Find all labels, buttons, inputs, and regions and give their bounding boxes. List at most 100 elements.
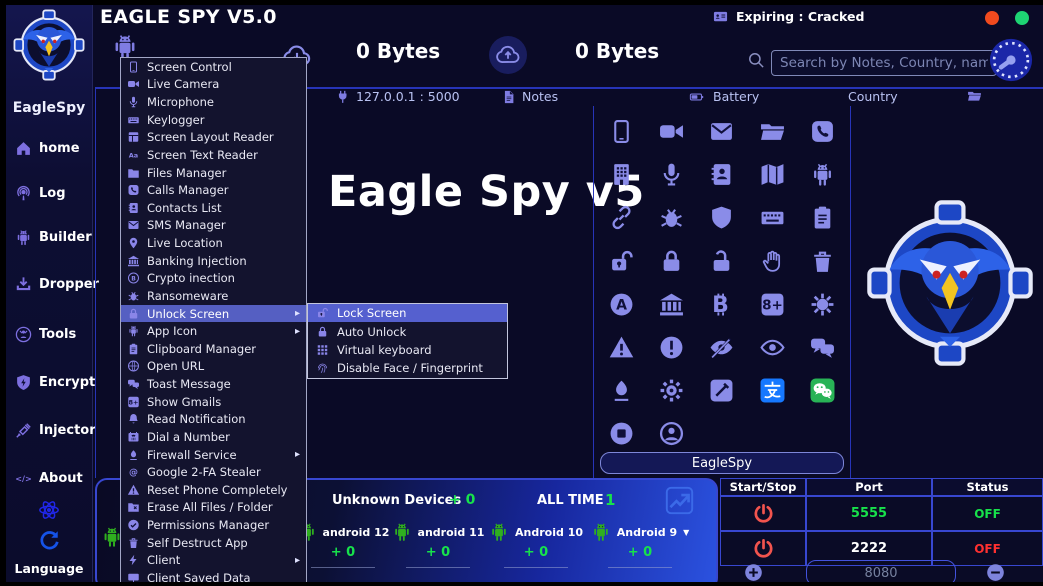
submenu-item-lock-screen[interactable]: Lock Screen bbox=[308, 304, 507, 322]
circle-a-icon[interactable]: A bbox=[609, 292, 634, 317]
menu-item-ransomeware[interactable]: Ransomeware bbox=[121, 287, 306, 305]
status-dot-green[interactable] bbox=[1015, 11, 1029, 25]
keypad-icon[interactable] bbox=[609, 162, 634, 187]
menu-item-dial-a-number[interactable]: Dial a Number bbox=[121, 428, 306, 446]
flame-icon[interactable] bbox=[609, 378, 634, 403]
bitcoin-icon[interactable]: B bbox=[709, 292, 734, 317]
menu-item-screen-text-reader[interactable]: AaScreen Text Reader bbox=[121, 146, 306, 164]
chat-icon[interactable] bbox=[810, 335, 835, 360]
menu-item-read-notification[interactable]: Read Notification bbox=[121, 411, 306, 429]
sidebar-item-log[interactable]: Log bbox=[15, 185, 66, 202]
android-icon[interactable] bbox=[810, 162, 835, 187]
trash-icon[interactable] bbox=[810, 249, 835, 274]
menu-item-microphone[interactable]: Microphone bbox=[121, 93, 306, 111]
video-icon[interactable] bbox=[659, 119, 684, 144]
menu-item-google-2-fa-stealer[interactable]: @Google 2-FA Stealer bbox=[121, 463, 306, 481]
submenu-item-auto-unlock[interactable]: Auto Unlock bbox=[308, 322, 507, 340]
eye-icon[interactable] bbox=[760, 335, 785, 360]
warning-icon[interactable] bbox=[609, 335, 634, 360]
menu-item-client[interactable]: Client▸ bbox=[121, 552, 306, 570]
menu-item-sms-manager[interactable]: SMS Manager bbox=[121, 217, 306, 235]
mail-icon[interactable] bbox=[709, 119, 734, 144]
column-files[interactable] bbox=[966, 89, 983, 103]
gauge-icon[interactable] bbox=[988, 37, 1034, 83]
chart-icon[interactable] bbox=[665, 486, 694, 515]
eye-off-icon[interactable] bbox=[709, 335, 734, 360]
device-count: + 0 bbox=[426, 545, 450, 560]
refresh-icon[interactable] bbox=[38, 529, 60, 551]
start-stop-button[interactable] bbox=[720, 531, 806, 566]
lock-icon[interactable] bbox=[659, 249, 684, 274]
menu-item-contacts-list[interactable]: Contacts List bbox=[121, 199, 306, 217]
atom-icon[interactable] bbox=[38, 499, 60, 521]
sidebar-item-tools[interactable]: Tools bbox=[15, 326, 76, 343]
virus-icon[interactable] bbox=[810, 292, 835, 317]
menu-item-toast-message[interactable]: Toast Message bbox=[121, 375, 306, 393]
language-label[interactable]: Language bbox=[6, 561, 92, 576]
sidebar-item-about[interactable]: </>About bbox=[15, 470, 83, 487]
column-country[interactable]: Country bbox=[848, 89, 898, 104]
menu-item-erase-all-files-folder[interactable]: Erase All Files / Folder bbox=[121, 499, 306, 517]
lock-keyhole-icon[interactable] bbox=[609, 249, 634, 274]
shield-icon[interactable] bbox=[709, 205, 734, 230]
sidebar-item-encrypt[interactable]: Encrypt bbox=[15, 374, 95, 391]
bank-icon[interactable] bbox=[659, 292, 684, 317]
caret-down-icon[interactable]: ▼ bbox=[683, 528, 689, 537]
menu-item-files-manager[interactable]: Files Manager bbox=[121, 164, 306, 182]
panel-footer-label[interactable]: EagleSpy bbox=[600, 452, 844, 474]
device-stat-row: Android 10 bbox=[489, 522, 583, 542]
wechat-icon[interactable] bbox=[810, 378, 835, 403]
edit-icon[interactable] bbox=[709, 378, 734, 403]
link-icon[interactable] bbox=[609, 205, 634, 230]
menu-item-show-gmails[interactable]: 8+Show Gmails bbox=[121, 393, 306, 411]
menu-item-clipboard-manager[interactable]: Clipboard Manager bbox=[121, 340, 306, 358]
status-dot-red[interactable] bbox=[985, 11, 999, 25]
sidebar-item-injector[interactable]: Injector bbox=[15, 422, 96, 439]
folder-open-icon[interactable] bbox=[760, 119, 785, 144]
gplus-icon[interactable]: 8+ bbox=[760, 292, 785, 317]
clipboard-icon[interactable] bbox=[810, 205, 835, 230]
menu-item-live-camera[interactable]: Live Camera bbox=[121, 76, 306, 94]
search-input[interactable] bbox=[771, 50, 997, 76]
hand-icon[interactable] bbox=[760, 249, 785, 274]
menu-item-open-url[interactable]: Open URL bbox=[121, 358, 306, 376]
gear-icon[interactable] bbox=[659, 378, 684, 403]
mic-icon[interactable] bbox=[659, 162, 684, 187]
submenu-item-disable-face-fingerprint[interactable]: Disable Face / Fingerprint bbox=[308, 359, 507, 377]
sidebar-item-dropper[interactable]: Dropper bbox=[15, 276, 99, 293]
unlock-icon[interactable] bbox=[709, 249, 734, 274]
menu-item-crypto-inection[interactable]: BCrypto inection bbox=[121, 270, 306, 288]
stop-icon[interactable] bbox=[609, 421, 634, 446]
menu-item-screen-layout-reader[interactable]: Screen Layout Reader bbox=[121, 129, 306, 147]
sidebar-item-builder[interactable]: Builder bbox=[15, 229, 92, 246]
start-stop-button[interactable] bbox=[720, 496, 806, 531]
add-port-button[interactable] bbox=[744, 563, 763, 582]
menu-item-keylogger[interactable]: Keylogger bbox=[121, 111, 306, 129]
sidebar-item-home[interactable]: home bbox=[15, 140, 80, 157]
menu-item-app-icon[interactable]: App Icon▸ bbox=[121, 322, 306, 340]
tablet-icon[interactable] bbox=[609, 119, 634, 144]
menu-item-firewall-service[interactable]: Firewall Service▸ bbox=[121, 446, 306, 464]
bug-icon[interactable] bbox=[659, 205, 684, 230]
menu-item-screen-control[interactable]: Screen Control bbox=[121, 58, 306, 76]
menu-item-live-location[interactable]: Live Location bbox=[121, 234, 306, 252]
menu-item-unlock-screen[interactable]: Unlock Screen▸ bbox=[121, 305, 306, 323]
map-icon[interactable] bbox=[760, 162, 785, 187]
phone-square-icon[interactable] bbox=[810, 119, 835, 144]
contacts-icon[interactable] bbox=[709, 162, 734, 187]
excl-circle-icon[interactable] bbox=[659, 335, 684, 360]
menu-item-reset-phone-completely[interactable]: Reset Phone Completely bbox=[121, 481, 306, 499]
alipay-icon[interactable] bbox=[760, 378, 785, 403]
column-battery[interactable]: Battery bbox=[686, 89, 759, 104]
android-icon bbox=[392, 522, 412, 542]
column-server[interactable]: 127.0.0.1 : 5000 bbox=[336, 89, 460, 104]
remove-port-button[interactable] bbox=[986, 563, 1005, 582]
user-circle-icon[interactable] bbox=[659, 421, 684, 446]
column-notes[interactable]: Notes bbox=[502, 89, 558, 104]
menu-item-permissions-manager[interactable]: Permissions Manager bbox=[121, 516, 306, 534]
menu-item-self-destruct-app[interactable]: Self Destruct App bbox=[121, 534, 306, 552]
keyboard-icon[interactable] bbox=[760, 205, 785, 230]
submenu-item-virtual-keyboard[interactable]: Virtual keyboard bbox=[308, 341, 507, 359]
menu-item-calls-manager[interactable]: Calls Manager bbox=[121, 181, 306, 199]
menu-item-banking-injection[interactable]: Banking Injection bbox=[121, 252, 306, 270]
